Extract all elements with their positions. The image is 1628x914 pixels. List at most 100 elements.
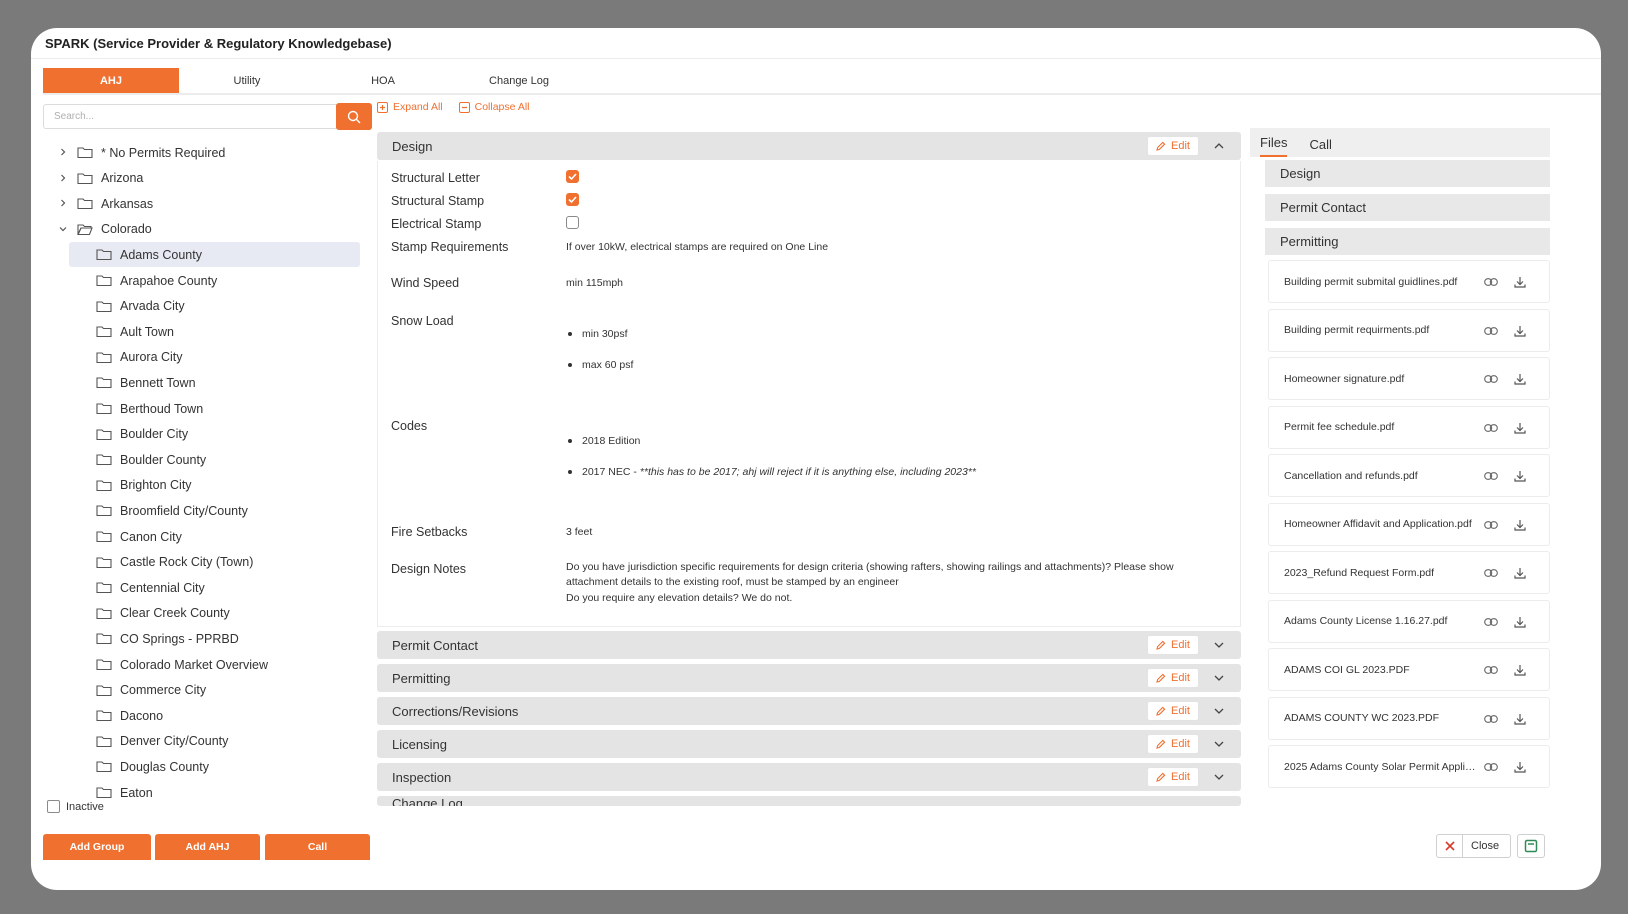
- download-icon[interactable]: [1513, 372, 1527, 386]
- edit-button[interactable]: Edit: [1147, 668, 1199, 688]
- download-icon[interactable]: [1513, 324, 1527, 338]
- link-icon[interactable]: [1484, 518, 1498, 532]
- tree-node[interactable]: * No Permits Required: [43, 140, 359, 165]
- tree-node[interactable]: Arkansas: [43, 191, 359, 216]
- download-icon[interactable]: [1513, 469, 1527, 483]
- section-header[interactable]: Change Log: [377, 796, 1241, 806]
- edit-button[interactable]: Edit: [1147, 136, 1199, 156]
- tree-node[interactable]: Clear Creek County: [69, 601, 360, 626]
- file-item[interactable]: Cancellation and refunds.pdf: [1268, 454, 1550, 497]
- tab-change-log[interactable]: Change Log: [451, 68, 587, 93]
- tree-node[interactable]: Adams County: [69, 242, 360, 268]
- download-icon[interactable]: [1513, 421, 1527, 435]
- close-button[interactable]: Close: [1436, 834, 1511, 858]
- tree-node[interactable]: Arapahoe County: [69, 268, 360, 293]
- tree-node[interactable]: Denver City/County: [69, 729, 360, 754]
- tree-node[interactable]: Boulder City: [69, 422, 360, 447]
- link-icon[interactable]: [1484, 275, 1498, 289]
- chevron-down-icon[interactable]: [58, 224, 68, 234]
- tree-node[interactable]: CO Springs - PPRBD: [69, 626, 360, 651]
- download-icon[interactable]: [1513, 663, 1527, 677]
- inactive-filter[interactable]: Inactive: [47, 800, 104, 813]
- download-icon[interactable]: [1513, 518, 1527, 532]
- chevron-right-icon[interactable]: [58, 147, 68, 157]
- files-section-design[interactable]: Design: [1265, 160, 1550, 187]
- download-icon[interactable]: [1513, 566, 1527, 580]
- section-header[interactable]: Corrections/Revisions Edit: [377, 697, 1241, 725]
- chevron-down-icon[interactable]: [1213, 738, 1225, 750]
- file-item[interactable]: ADAMS COUNTY WC 2023.PDF: [1268, 696, 1550, 740]
- file-item[interactable]: 2023_Refund Request Form.pdf: [1268, 551, 1550, 594]
- chevron-down-icon[interactable]: [1213, 639, 1225, 651]
- tree-node[interactable]: Castle Rock City (Town): [69, 550, 360, 575]
- add-group-button[interactable]: Add Group: [43, 834, 151, 860]
- tree-node[interactable]: Berthoud Town: [69, 396, 360, 421]
- file-item[interactable]: Building permit submital guidlines.pdf: [1268, 260, 1550, 303]
- link-icon[interactable]: [1484, 324, 1498, 338]
- tree-node[interactable]: Ault Town: [69, 319, 360, 344]
- download-icon[interactable]: [1513, 760, 1527, 774]
- tree-node[interactable]: Brighton City: [69, 473, 360, 498]
- link-icon[interactable]: [1484, 469, 1498, 483]
- section-header[interactable]: Permit Contact Edit: [377, 631, 1241, 659]
- edit-button[interactable]: Edit: [1147, 767, 1199, 787]
- chevron-down-icon[interactable]: [1213, 672, 1225, 684]
- tree-node[interactable]: Arvada City: [69, 294, 360, 319]
- edit-button[interactable]: Edit: [1147, 635, 1199, 655]
- tree-node[interactable]: Colorado Market Overview: [69, 652, 360, 677]
- chevron-right-icon[interactable]: [58, 198, 68, 208]
- call-button[interactable]: Call: [265, 834, 370, 860]
- chevron-down-icon[interactable]: [1213, 705, 1225, 717]
- files-section-permitting[interactable]: Permitting: [1265, 228, 1550, 255]
- electrical-stamp-checkbox[interactable]: [566, 216, 579, 229]
- tree-node[interactable]: Colorado: [43, 217, 359, 242]
- tab-ahj[interactable]: AHJ: [43, 68, 179, 93]
- tree-node[interactable]: Commerce City: [69, 678, 360, 703]
- section-header[interactable]: Permitting Edit: [377, 664, 1241, 692]
- files-section-permit-contact[interactable]: Permit Contact: [1265, 194, 1550, 221]
- section-header[interactable]: Licensing Edit: [377, 730, 1241, 758]
- edit-button[interactable]: Edit: [1147, 701, 1199, 721]
- file-item[interactable]: 2025 Adams County Solar Permit Applicati…: [1268, 745, 1550, 788]
- tree-node[interactable]: Boulder County: [69, 447, 360, 472]
- tree-node[interactable]: Eaton: [69, 780, 360, 805]
- file-item[interactable]: Permit fee schedule.pdf: [1268, 405, 1550, 449]
- file-item[interactable]: ADAMS COI GL 2023.PDF: [1268, 648, 1550, 691]
- section-design-header[interactable]: Design Edit: [377, 132, 1241, 160]
- link-icon[interactable]: [1484, 663, 1498, 677]
- link-icon[interactable]: [1484, 421, 1498, 435]
- tree-node[interactable]: Dacono: [69, 703, 360, 728]
- chevron-down-icon[interactable]: [1213, 771, 1225, 783]
- link-icon[interactable]: [1484, 566, 1498, 580]
- structural-stamp-checkbox[interactable]: [566, 193, 579, 206]
- link-icon[interactable]: [1484, 615, 1498, 629]
- tree-node[interactable]: Canon City: [69, 524, 360, 549]
- tree-node[interactable]: Aurora City: [69, 345, 360, 370]
- tree-node[interactable]: Douglas County: [69, 754, 360, 779]
- file-item[interactable]: Homeowner signature.pdf: [1268, 357, 1550, 400]
- add-ahj-button[interactable]: Add AHJ: [155, 834, 260, 860]
- tree-node[interactable]: Bennett Town: [69, 370, 360, 395]
- tab-hoa[interactable]: HOA: [315, 68, 451, 93]
- collapse-all-link[interactable]: Collapse All: [458, 101, 530, 113]
- tab-call[interactable]: Call: [1309, 137, 1331, 157]
- save-button[interactable]: [1517, 834, 1545, 858]
- file-item[interactable]: Adams County License 1.16.27.pdf: [1268, 599, 1550, 643]
- file-item[interactable]: Building permit requirments.pdf: [1268, 308, 1550, 352]
- link-icon[interactable]: [1484, 760, 1498, 774]
- download-icon[interactable]: [1513, 712, 1527, 726]
- file-item[interactable]: Homeowner Affidavit and Application.pdf: [1268, 502, 1550, 546]
- edit-button[interactable]: Edit: [1147, 734, 1199, 754]
- chevron-up-icon[interactable]: [1213, 140, 1225, 152]
- download-icon[interactable]: [1513, 615, 1527, 629]
- structural-letter-checkbox[interactable]: [566, 170, 579, 183]
- chevron-down-icon[interactable]: [1213, 804, 1225, 806]
- link-icon[interactable]: [1484, 372, 1498, 386]
- tree-node[interactable]: Arizona: [43, 166, 359, 191]
- tree-node[interactable]: Centennial City: [69, 575, 360, 600]
- expand-all-link[interactable]: Expand All: [377, 101, 443, 113]
- chevron-right-icon[interactable]: [58, 173, 68, 183]
- link-icon[interactable]: [1484, 712, 1498, 726]
- tree-node[interactable]: Broomfield City/County: [69, 498, 360, 523]
- inactive-checkbox[interactable]: [47, 800, 60, 813]
